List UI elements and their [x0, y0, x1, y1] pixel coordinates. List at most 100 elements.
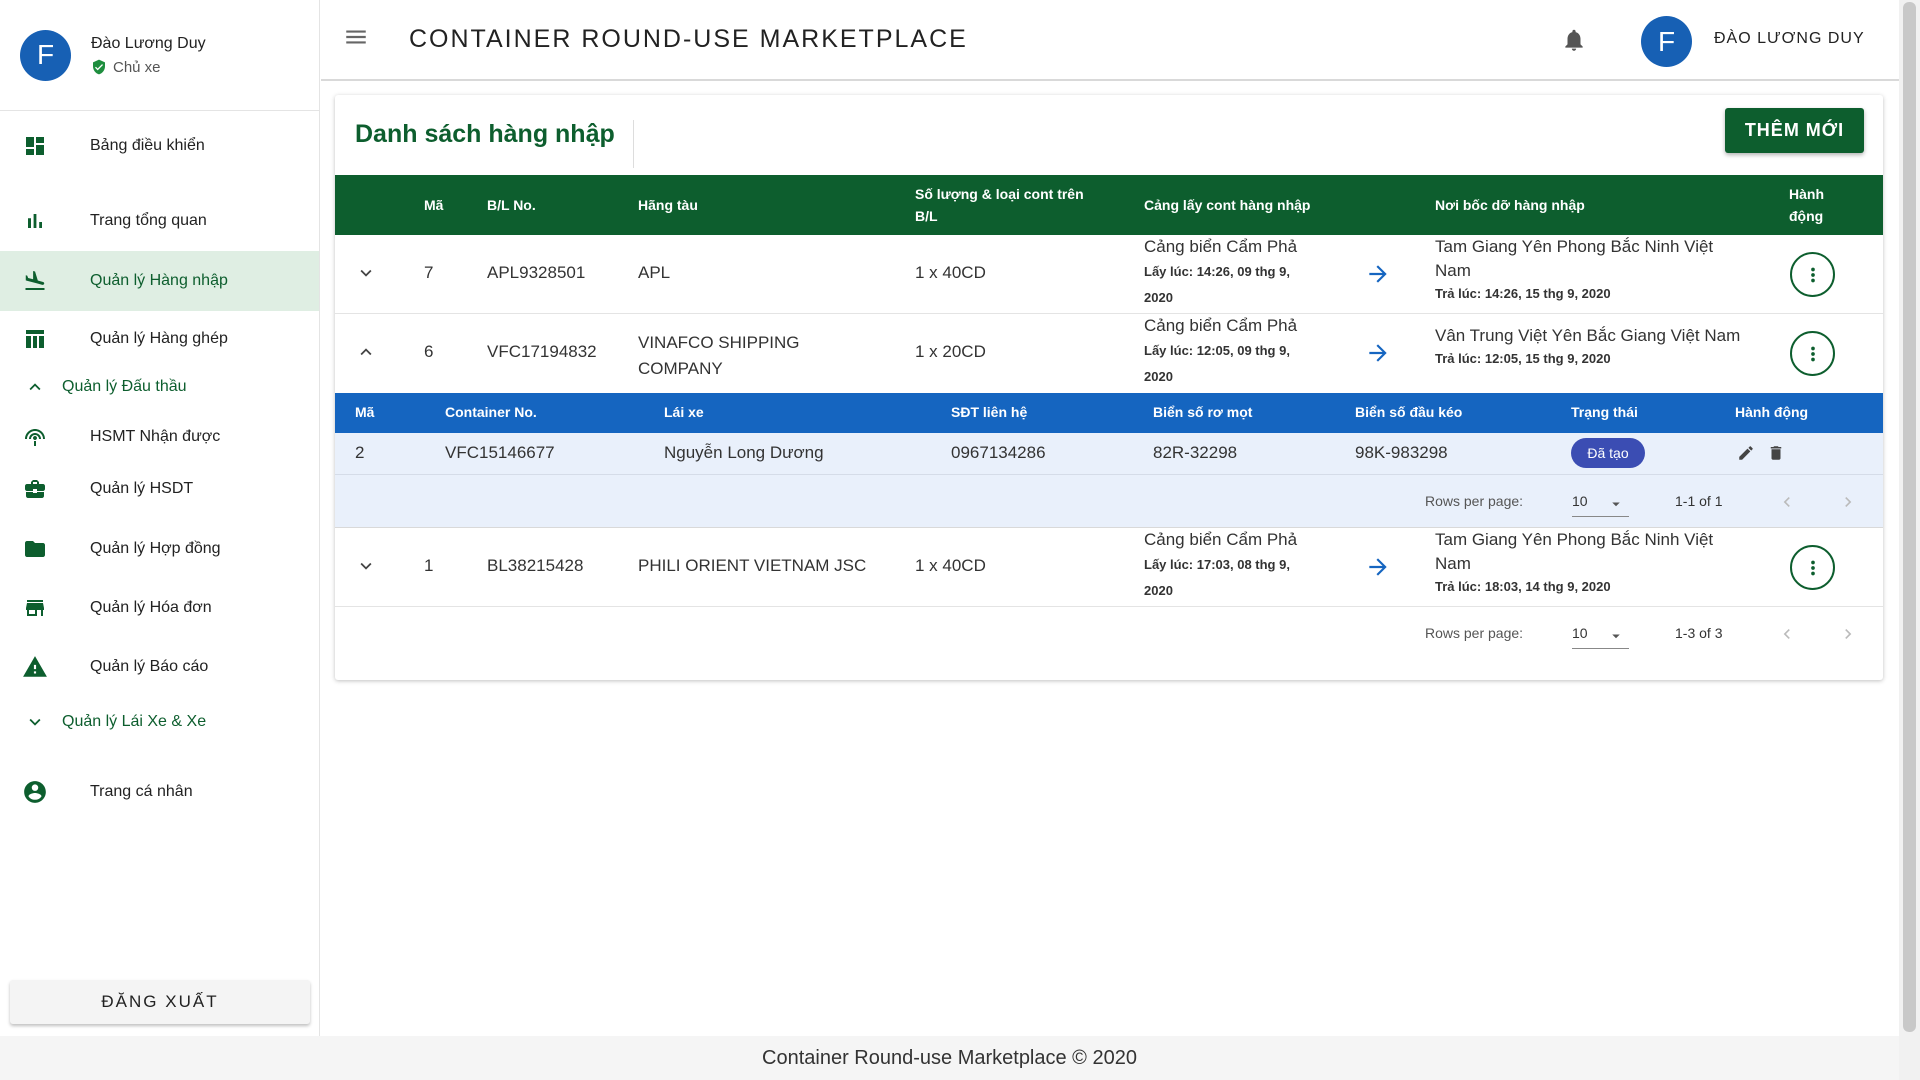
rows-per-page-value: 10: [1572, 625, 1588, 641]
col-action-line2: động: [1789, 208, 1824, 224]
next-page-icon[interactable]: [1838, 624, 1858, 647]
table-icon: [22, 326, 48, 352]
scrollbar-thumb[interactable]: [1903, 2, 1916, 1032]
col-bl[interactable]: B/L No.: [487, 194, 536, 216]
arrow-right-icon: [1365, 261, 1391, 292]
cell-bl: BL38215428: [487, 556, 584, 575]
sub-col-id: Mã: [355, 404, 375, 420]
sidebar-item-label: Quản lý Hợp đồng: [90, 540, 221, 557]
sidebar-item-contracts[interactable]: Quản lý Hợp đồng: [0, 519, 319, 579]
sidebar-group-drivers[interactable]: Quản lý Lái Xe & Xe: [0, 697, 319, 747]
table-row[interactable]: 7 APL9328501 APL 1 x 40CD Cảng biển Cẩm …: [335, 235, 1883, 314]
status-badge: Đã tạo: [1571, 438, 1645, 468]
sub-col-trailer: Biển số rơ mọt: [1153, 404, 1253, 420]
cell-quantity: 1 x 40CD: [915, 263, 986, 282]
expand-chevron-icon[interactable]: [355, 262, 377, 289]
import-list-card: Danh sách hàng nhập THÊM MỚI Mã B/L No. …: [335, 95, 1883, 680]
sidebar-item-received-docs[interactable]: HSMT Nhận được: [0, 414, 319, 459]
sidebar-profile: F Đào Lương Duy Chủ xe: [0, 0, 319, 111]
table-row-expanded[interactable]: 6 VFC17194832 VINAFCO SHIPPING COMPANY 1…: [335, 314, 1883, 393]
col-quantity-line2: B/L: [915, 208, 938, 224]
delete-icon[interactable]: [1767, 444, 1785, 467]
pickup-time-line2: 2020: [1144, 290, 1173, 305]
sub-cell-phone: 0967134286: [951, 443, 1046, 462]
prev-page-icon[interactable]: [1777, 624, 1797, 647]
sidebar-item-consolidated[interactable]: Quản lý Hàng ghép: [0, 319, 319, 359]
sidebar-item-reports[interactable]: Quản lý Báo cáo: [0, 637, 319, 697]
row-actions-button[interactable]: [1790, 545, 1835, 590]
cell-port: Cảng biển Cẩm Phả: [1144, 237, 1298, 256]
sidebar-item-label: Quản lý Hàng ghép: [90, 330, 228, 347]
topbar: CONTAINER ROUND-USE MARKETPLACE F ĐÀO LƯ…: [321, 0, 1899, 81]
sidebar-item-dashboard[interactable]: Bảng điều khiển: [0, 111, 319, 181]
sub-col-driver: Lái xe: [664, 404, 704, 420]
footer: Container Round-use Marketplace © 2020: [0, 1036, 1899, 1080]
profile-role-label: Chủ xe: [113, 58, 161, 76]
sidebar-group-bidding[interactable]: Quản lý Đấu thầu: [0, 359, 319, 414]
rows-per-page-select[interactable]: 10: [1572, 493, 1629, 517]
sidebar-item-label: Quản lý Đấu thầu: [62, 377, 187, 395]
table-row[interactable]: 1 BL38215428 PHILI ORIENT VIETNAM JSC 1 …: [335, 528, 1883, 607]
page-scrollbar[interactable]: [1899, 0, 1920, 1080]
sub-cell-container: VFC15146677: [445, 443, 555, 462]
menu-icon[interactable]: [343, 24, 369, 55]
more-vert-icon: [1810, 346, 1815, 361]
verified-icon: [93, 59, 105, 75]
sidebar-item-profile[interactable]: Trang cá nhân: [0, 747, 319, 837]
sidebar-nav: Bảng điều khiển Trang tổng quan Quản lý …: [0, 111, 319, 837]
add-new-button[interactable]: THÊM MỚI: [1725, 108, 1864, 153]
row-actions-button[interactable]: [1790, 252, 1835, 297]
table-header: Mã B/L No. Hãng tàu Số lượng & loại cont…: [335, 175, 1883, 235]
pickup-time-line1: Lấy lúc: 14:26, 09 thg 9,: [1144, 264, 1290, 279]
col-quantity-line1[interactable]: Số lượng & loại cont trên: [915, 183, 1084, 205]
cell-bl: VFC17194832: [487, 342, 597, 361]
folder-icon: [22, 536, 48, 562]
collapse-chevron-icon[interactable]: [355, 341, 377, 368]
col-carrier[interactable]: Hãng tàu: [638, 194, 698, 216]
user-avatar[interactable]: F: [1641, 16, 1692, 67]
col-port[interactable]: Cảng lấy cont hàng nhập: [1144, 194, 1310, 216]
sidebar-item-label: Trang cá nhân: [90, 783, 193, 800]
expand-chevron-icon[interactable]: [355, 555, 377, 582]
cell-carrier: APL: [638, 263, 671, 282]
table-pagination: Rows per page: 10 1-3 of 3: [335, 607, 1883, 667]
rows-per-page-select[interactable]: 10: [1572, 625, 1629, 649]
sub-table-pagination: Rows per page: 10 1-1 of 1: [335, 475, 1883, 528]
cell-destination-line1: Tam Giang Yên Phong Bắc Ninh Việt: [1435, 530, 1714, 549]
return-time: Trả lúc: 18:03, 14 thg 9, 2020: [1435, 579, 1611, 594]
col-id[interactable]: Mã: [424, 194, 443, 216]
cell-destination-line2: Nam: [1435, 554, 1471, 573]
notification-bell-icon[interactable]: [1561, 26, 1587, 59]
sidebar-item-label: Quản lý Báo cáo: [90, 658, 209, 675]
next-page-icon[interactable]: [1838, 492, 1858, 515]
sidebar-item-label: Quản lý Lái Xe & Xe: [62, 713, 207, 730]
sidebar-item-invoices[interactable]: Quản lý Hóa đơn: [0, 579, 319, 637]
sub-table-row[interactable]: 2 VFC15146677 Nguyễn Long Dương 09671342…: [335, 433, 1883, 475]
prev-page-icon[interactable]: [1777, 492, 1797, 515]
cell-quantity: 1 x 20CD: [915, 342, 986, 361]
footer-text: Container Round-use Marketplace © 2020: [762, 1046, 1137, 1069]
flight-land-icon: [22, 268, 48, 294]
return-time: Trả lúc: 12:05, 15 thg 9, 2020: [1435, 351, 1611, 366]
logout-button[interactable]: ĐĂNG XUẤT: [10, 980, 310, 1024]
cell-carrier-line1: VINAFCO SHIPPING: [638, 333, 800, 352]
sub-cell-tractor: 98K-983298: [1355, 443, 1448, 462]
account-circle-icon: [22, 779, 48, 805]
sidebar-item-bid-docs[interactable]: Quản lý HSDT: [0, 459, 319, 519]
sub-cell-id: 2: [355, 443, 365, 462]
row-actions-button[interactable]: [1790, 331, 1835, 376]
col-action-line1: Hành: [1789, 186, 1824, 202]
cell-id: 7: [424, 263, 434, 282]
edit-icon[interactable]: [1737, 444, 1755, 467]
chevron-up-icon: [22, 374, 48, 400]
cell-carrier-line2: COMPANY: [638, 359, 723, 378]
sidebar-item-import[interactable]: Quản lý Hàng nhập: [0, 251, 319, 311]
col-destination[interactable]: Nơi bốc dỡ hàng nhập: [1435, 194, 1585, 216]
pickup-time-line1: Lấy lúc: 12:05, 09 thg 9,: [1144, 343, 1290, 358]
pickup-time-line2: 2020: [1144, 369, 1173, 384]
profile-name: Đào Lương Duy: [91, 34, 206, 52]
avatar[interactable]: F: [20, 29, 71, 81]
sub-cell-trailer: 82R-32298: [1153, 443, 1238, 462]
sidebar-item-overview[interactable]: Trang tổng quan: [0, 191, 319, 251]
user-name[interactable]: ĐÀO LƯƠNG DUY: [1714, 30, 1865, 48]
